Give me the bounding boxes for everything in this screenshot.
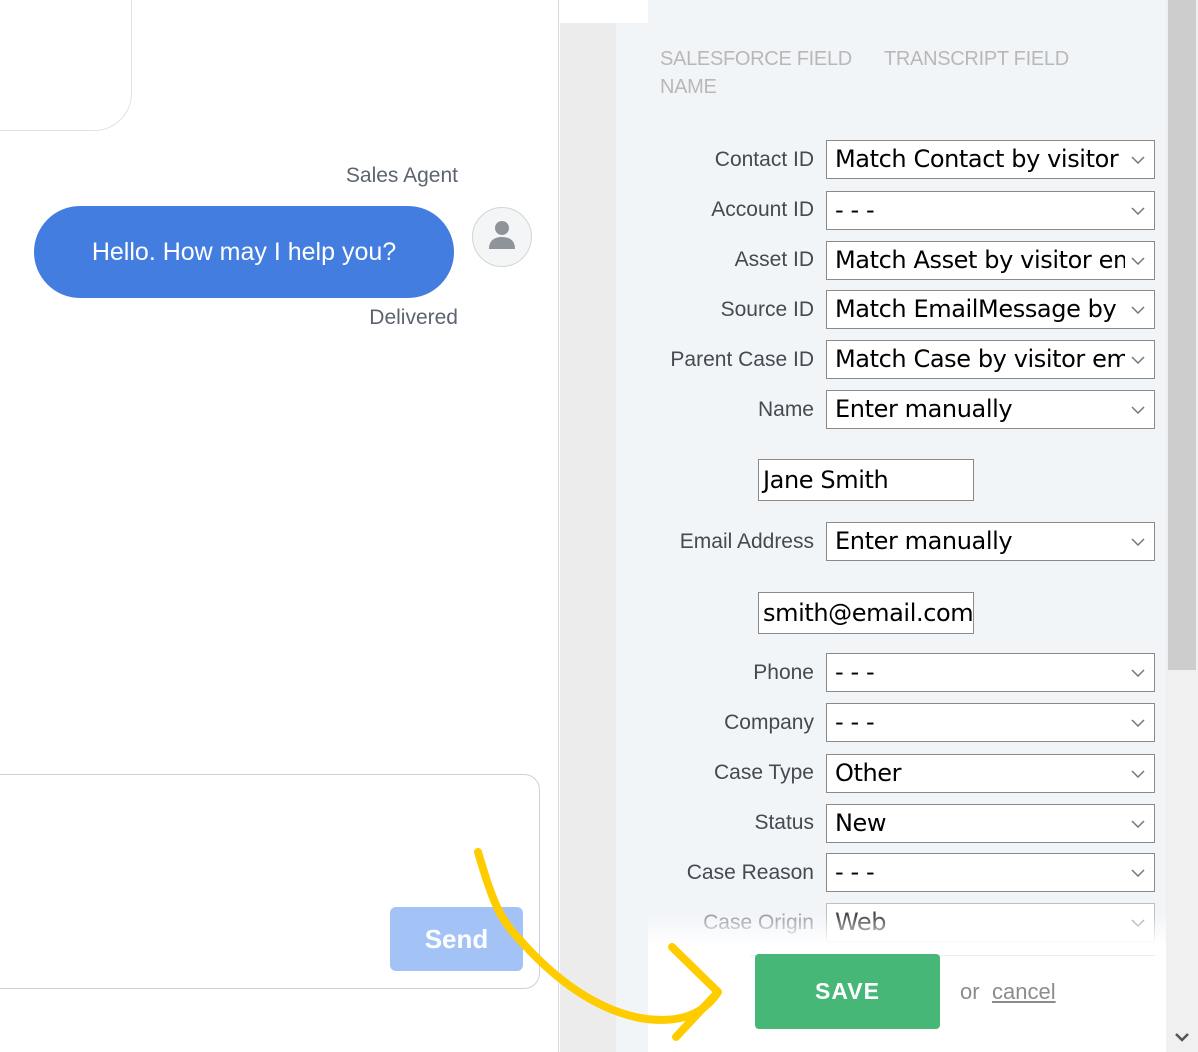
scrollbar-thumb[interactable]	[1168, 0, 1196, 670]
chevron-down-icon	[1130, 523, 1146, 560]
select-phone[interactable]: - - -	[826, 653, 1155, 692]
select-asset-id[interactable]: Match Asset by visitor em	[826, 241, 1155, 280]
select-value: Match EmailMessage by	[835, 295, 1117, 323]
scroll-down-arrow[interactable]	[1170, 1024, 1194, 1048]
select-value: - - -	[835, 858, 875, 886]
select-value: Match Contact by visitor	[835, 145, 1119, 173]
chevron-down-icon	[1130, 341, 1146, 378]
select-case-reason[interactable]: - - -	[826, 853, 1155, 892]
agent-avatar	[472, 207, 532, 267]
field-label-company: Company	[724, 711, 814, 734]
select-value: Match Case by visitor em	[835, 345, 1125, 373]
field-label-parent-case-id: Parent Case ID	[670, 348, 814, 371]
delivery-status: Delivered	[369, 306, 458, 329]
select-value: - - -	[835, 658, 875, 686]
form-area-top	[648, 0, 1166, 23]
select-value: Match Asset by visitor em	[835, 246, 1125, 274]
column-header-salesforce-field: SALESFORCE FIELD NAME	[660, 48, 852, 98]
select-contact-id[interactable]: Match Contact by visitor	[826, 140, 1155, 179]
field-label-asset-id: Asset ID	[734, 248, 814, 271]
email-manual-input[interactable]: smith@email.com	[758, 592, 974, 634]
chevron-down-icon	[1130, 192, 1146, 229]
select-parent-case-id[interactable]: Match Case by visitor em	[826, 340, 1155, 379]
chevron-down-icon	[1130, 242, 1146, 279]
panel-side-strip	[560, 0, 616, 1052]
chevron-down-icon	[1130, 654, 1146, 691]
send-button[interactable]: Send	[390, 907, 523, 971]
cancel-link[interactable]: cancel	[992, 979, 1056, 1005]
field-label-contact-id: Contact ID	[714, 148, 814, 171]
select-email-address[interactable]: Enter manually	[826, 522, 1155, 561]
chevron-down-icon	[1130, 854, 1146, 891]
select-source-id[interactable]: Match EmailMessage by	[826, 290, 1155, 329]
column-header-transcript-field: TRANSCRIPT FIELD	[884, 48, 1069, 70]
field-label-case-reason: Case Reason	[686, 861, 814, 884]
sender-name: Sales Agent	[345, 164, 458, 187]
select-account-id[interactable]: - - -	[826, 191, 1155, 230]
chevron-down-icon	[1130, 704, 1146, 741]
select-company[interactable]: - - -	[826, 703, 1155, 742]
field-label-case-type: Case Type	[713, 761, 814, 784]
field-label-status: Status	[754, 811, 814, 834]
chevron-down-icon	[1130, 391, 1146, 428]
select-value: Other	[835, 759, 902, 787]
previous-message-bubble	[0, 0, 132, 131]
field-label-source-id: Source ID	[720, 298, 814, 321]
field-label-email-address: Email Address	[679, 530, 814, 553]
select-status[interactable]: New	[826, 804, 1155, 843]
panel-tab	[560, 0, 648, 23]
chevron-down-icon	[1130, 141, 1146, 178]
agent-message-bubble: Hello. How may I help you?	[34, 206, 454, 298]
field-label-phone: Phone	[753, 661, 814, 684]
select-value: - - -	[835, 196, 875, 224]
chevron-down-icon	[1130, 805, 1146, 842]
chevron-down-icon	[1130, 755, 1146, 792]
field-label-account-id: Account ID	[711, 198, 814, 221]
select-value: Enter manually	[835, 395, 1013, 423]
chevron-down-icon	[1175, 1027, 1189, 1046]
select-value: - - -	[835, 708, 875, 736]
select-case-type[interactable]: Other	[826, 754, 1155, 793]
chat-pane: Sales Agent Hello. How may I help you? D…	[0, 0, 559, 1052]
save-button[interactable]: SAVE	[755, 954, 940, 1029]
field-label-name: Name	[757, 398, 814, 421]
select-value: Enter manually	[835, 527, 1013, 555]
or-text: or	[960, 979, 980, 1004]
select-value: New	[835, 809, 887, 837]
user-icon	[487, 219, 517, 255]
select-name[interactable]: Enter manually	[826, 390, 1155, 429]
name-manual-input[interactable]: Jane Smith	[758, 459, 974, 501]
chevron-down-icon	[1130, 291, 1146, 328]
